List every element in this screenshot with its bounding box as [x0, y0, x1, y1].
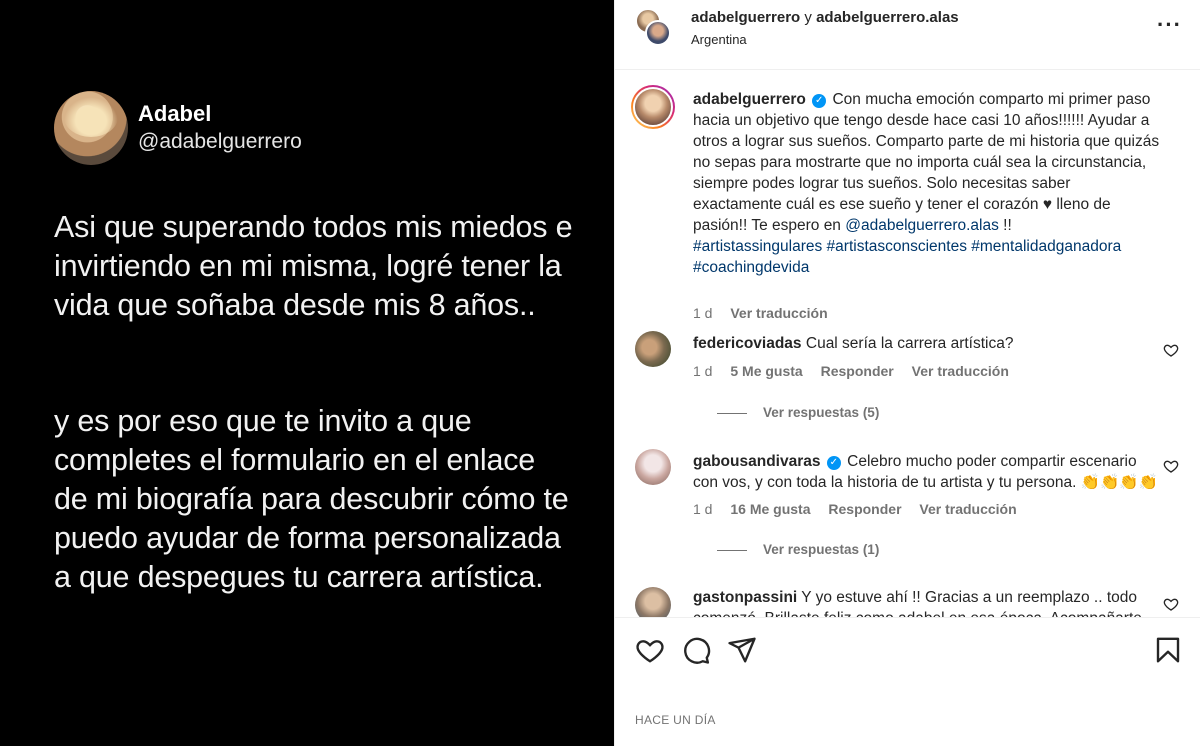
comments-list[interactable]: adabelguerrero ✓ Con mucha emoción compa… — [615, 71, 1200, 617]
comment-meta: 1 d 5 Me gusta Responder Ver traducción — [693, 363, 1023, 379]
comment-like-heart-icon[interactable] — [1163, 342, 1179, 358]
location-link[interactable]: Argentina — [691, 32, 747, 47]
comment-translate-link[interactable]: Ver traducción — [919, 501, 1016, 517]
tweet-avatar — [54, 91, 128, 165]
commenter-avatar[interactable] — [635, 449, 671, 485]
comment-icon[interactable] — [681, 635, 711, 665]
post-timestamp[interactable]: HACE UN DÍA — [635, 713, 716, 727]
comment-username[interactable]: federicoviadas — [693, 335, 802, 352]
comment-like-heart-icon[interactable] — [1163, 458, 1179, 474]
comment-reply-button[interactable]: Responder — [821, 363, 894, 379]
comment-likes[interactable]: 5 Me gusta — [730, 363, 802, 379]
bookmark-icon[interactable] — [1153, 635, 1183, 665]
post-image: Adabel @adabelguerrero Asi que superando… — [0, 0, 614, 746]
comment-meta: 1 d 16 Me gusta Responder Ver traducción — [693, 501, 1031, 517]
tweet-author-name: Adabel — [138, 101, 212, 126]
header-joiner: y — [800, 9, 817, 26]
like-heart-icon[interactable] — [635, 635, 665, 665]
caption-time: 1 d — [693, 305, 713, 321]
view-replies-button[interactable]: Ver respuestas (1) — [717, 542, 879, 557]
comment-time: 1 d — [693, 501, 713, 517]
header-username-2[interactable]: adabelguerrero.alas — [816, 9, 959, 26]
commenter-avatar[interactable] — [635, 331, 671, 367]
header-username-1[interactable]: adabelguerrero — [691, 9, 800, 26]
comment-time: 1 d — [693, 363, 713, 379]
comment-likes[interactable]: 16 Me gusta — [730, 501, 810, 517]
commenter-avatar[interactable] — [635, 587, 671, 617]
post-side-panel: adabelguerrero y adabelguerrero.alas Arg… — [614, 0, 1200, 746]
tweet-paragraph-1: Asi que superando todos mis miedos e inv… — [54, 210, 573, 322]
comment-username[interactable]: gabousandivaras — [693, 453, 821, 470]
caption-body: Con mucha emoción comparto mi primer pas… — [693, 91, 1160, 234]
collaborators-line: adabelguerrero y adabelguerrero.alas — [691, 9, 959, 26]
verified-badge-icon: ✓ — [812, 94, 827, 108]
view-replies-button[interactable]: Ver respuestas (5) — [717, 405, 879, 420]
caption-meta: 1 d Ver traducción — [693, 305, 842, 321]
owner-avatar[interactable] — [631, 85, 675, 129]
caption-username[interactable]: adabelguerrero — [693, 91, 806, 108]
caption-after-mention: !! — [998, 217, 1012, 234]
caption-translate-link[interactable]: Ver traducción — [730, 305, 827, 321]
more-options-icon[interactable]: ··· — [1157, 14, 1181, 40]
post-header: adabelguerrero y adabelguerrero.alas Arg… — [615, 0, 1200, 70]
comment-text: federicoviadas Cual sería la carrera art… — [693, 333, 1163, 354]
comment-reply-button[interactable]: Responder — [828, 501, 901, 517]
caption-mention[interactable]: @adabelguerrero.alas — [845, 217, 999, 234]
comment-username[interactable]: gastonpassini — [693, 589, 797, 606]
comment-text: gabousandivaras ✓ Celebro mucho poder co… — [693, 451, 1163, 493]
tweet-paragraph-2: y es por eso que te invito a que complet… — [54, 404, 569, 594]
tweet-author-handle: @adabelguerrero — [138, 130, 302, 153]
collaborator-avatar-2[interactable] — [645, 20, 671, 46]
comment-text: gastonpassini Y yo estuve ahí !! Gracias… — [693, 587, 1163, 617]
post-actions-bar — [615, 617, 1200, 687]
comment-like-heart-icon[interactable] — [1163, 596, 1179, 612]
comment-body: Cual sería la carrera artística? — [805, 335, 1014, 352]
verified-badge-icon: ✓ — [826, 456, 841, 470]
caption-text: adabelguerrero ✓ Con mucha emoción compa… — [693, 89, 1163, 278]
comment-translate-link[interactable]: Ver traducción — [912, 363, 1009, 379]
share-icon[interactable] — [727, 635, 757, 665]
caption-hashtags[interactable]: #artistassingulares #artistasconscientes… — [693, 238, 1121, 276]
